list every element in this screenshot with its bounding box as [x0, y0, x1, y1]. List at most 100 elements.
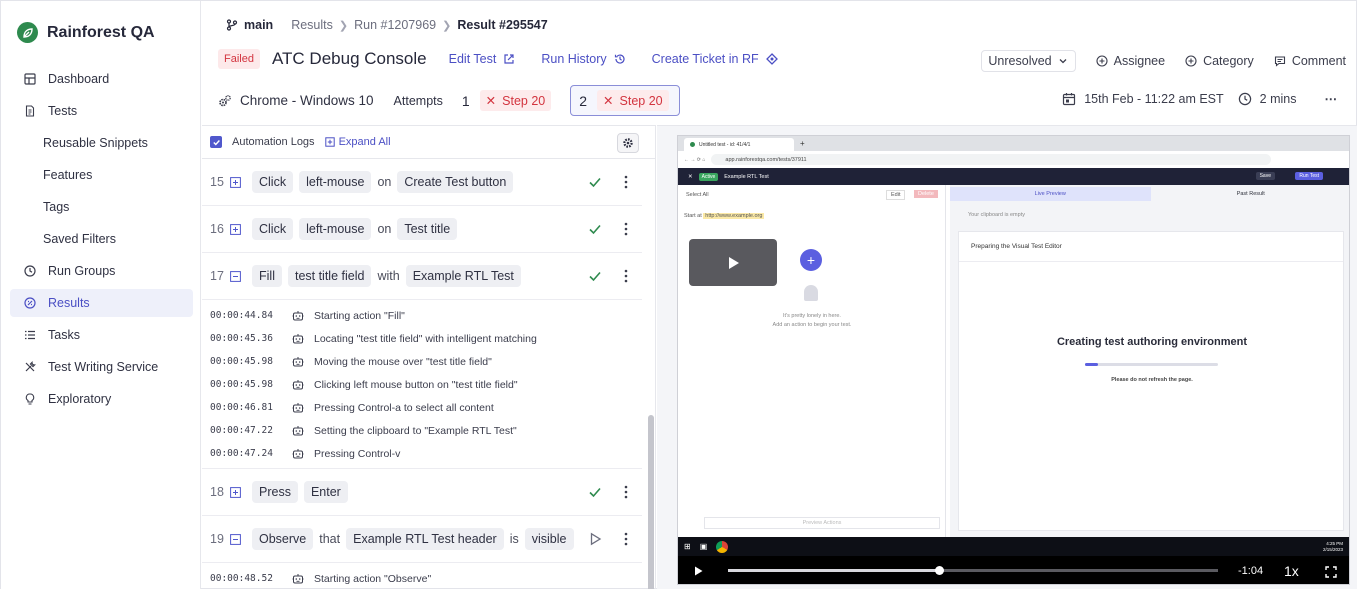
breadcrumb-results[interactable]: Results	[291, 18, 333, 32]
run-history-label: Run History	[541, 52, 607, 66]
attempts-label: Attempts	[393, 93, 443, 108]
grid-icon	[24, 73, 36, 85]
assignee-button[interactable]: Assignee	[1096, 54, 1165, 68]
step-row[interactable]: 15 Click left-mouse on Create Test button	[202, 159, 642, 206]
step-number: 17	[210, 269, 224, 283]
video-remaining-time: -1:04	[1238, 565, 1264, 577]
step-token: visible	[524, 528, 574, 550]
step-menu-icon[interactable]	[623, 174, 629, 190]
new-tab-icon: +	[800, 139, 805, 148]
recorded-progress-bar	[1085, 363, 1218, 366]
more-options-icon[interactable]: ⋯	[1325, 91, 1339, 106]
edit-test-label: Edit Test	[448, 52, 497, 66]
comment-button[interactable]: Comment	[1274, 54, 1346, 68]
expand-icon[interactable]	[228, 222, 242, 236]
title-row: Failed ATC Debug Console Edit Test Run H…	[218, 49, 804, 69]
video-player[interactable]: Untitled test - id: 41/4/1 + ← → ⟳ ⌂ app…	[677, 135, 1350, 585]
step-menu-icon[interactable]	[623, 268, 629, 284]
external-link-icon	[504, 54, 514, 64]
video-panel: Untitled test - id: 41/4/1 + ← → ⟳ ⌂ app…	[657, 125, 1357, 589]
list-icon	[24, 329, 36, 341]
collapse-icon[interactable]	[228, 532, 242, 546]
branch-name: main	[244, 18, 274, 32]
status-badge: Failed	[218, 49, 260, 69]
steps-scrollbar[interactable]	[646, 159, 654, 589]
recorded-tab: Untitled test - id: 41/4/1	[684, 138, 794, 151]
result-actions: Unresolved Assignee Category Comment	[981, 50, 1346, 72]
sidebar-item-saved-filters[interactable]: Saved Filters	[10, 225, 193, 253]
scrollbar-thumb[interactable]	[648, 415, 654, 589]
log-timestamp: 00:00:45.98	[210, 356, 273, 367]
recorded-preview-tabs: Live Preview Past Result	[950, 187, 1349, 201]
duration-info: 2 mins	[1238, 92, 1297, 106]
expand-icon[interactable]	[228, 485, 242, 499]
step-connector: on	[377, 175, 392, 189]
recorded-run-button: Run Test	[1295, 172, 1323, 180]
timeline-scrubber[interactable]	[934, 566, 944, 575]
sidebar-item-tags[interactable]: Tags	[10, 193, 193, 221]
fullscreen-icon	[1325, 566, 1337, 578]
recorded-add-icon: +	[800, 249, 822, 271]
plus-circle-icon	[1185, 55, 1197, 67]
branch-selector[interactable]: main	[226, 18, 273, 32]
sidebar-item-dashboard[interactable]: Dashboard	[10, 65, 193, 93]
category-button[interactable]: Category	[1185, 54, 1254, 68]
sidebar-item-label: Results	[48, 296, 90, 310]
robot-icon	[292, 425, 304, 437]
log-timestamp: 00:00:46.81	[210, 402, 273, 413]
sidebar-item-test-writing-service[interactable]: Test Writing Service	[10, 353, 193, 381]
calendar-icon	[1063, 92, 1076, 105]
video-play-overlay[interactable]	[689, 239, 777, 286]
sidebar-item-label: Saved Filters	[43, 232, 116, 246]
log-message: Starting action "Fill"	[314, 309, 405, 322]
attempt-2[interactable]: 2 ✕ Step 20	[570, 85, 680, 116]
step-menu-icon[interactable]	[623, 484, 629, 500]
edit-test-link[interactable]: Edit Test	[449, 52, 516, 66]
robot-icon	[292, 402, 304, 414]
step-row[interactable]: 18 Press Enter	[202, 469, 642, 516]
sidebar-item-tasks[interactable]: Tasks	[10, 321, 193, 349]
step-menu-icon[interactable]	[623, 531, 629, 547]
sidebar-item-results[interactable]: Results	[10, 289, 193, 317]
expand-all-button[interactable]: Expand All	[324, 136, 391, 148]
log-message: Pressing Control-v	[314, 447, 401, 460]
play-icon	[729, 256, 739, 269]
sidebar-nav: Dashboard Tests Reusable Snippets Features T…	[10, 65, 193, 417]
step-row[interactable]: 17 Fill test title field with Example RTL Te…	[202, 253, 642, 300]
step-menu-icon[interactable]	[623, 221, 629, 237]
video-timeline[interactable]	[728, 566, 1218, 575]
attempts-row: Chrome - Windows 10 Attempts 1 ✕ Step 20 2…	[218, 85, 688, 116]
step-row[interactable]: 19 Observe that Example RTL Test header is vi…	[202, 516, 642, 563]
resolution-value: Unresolved	[988, 54, 1052, 68]
fullscreen-button[interactable]	[1325, 565, 1337, 583]
run-history-link[interactable]: Run History	[541, 52, 625, 66]
result-meta: 15th Feb - 11:22 am EST 2 mins ⋯	[1062, 91, 1338, 106]
failed-step-badge: ✕ Step 20	[597, 90, 669, 111]
steps-panel: Automation Logs Expand All 15 Click left-m…	[202, 125, 656, 589]
sidebar-item-tests[interactable]: Tests	[10, 97, 193, 125]
create-ticket-link[interactable]: Create Ticket in RF	[652, 52, 778, 66]
collapse-icon[interactable]	[228, 269, 242, 283]
sidebar-item-run-groups[interactable]: Run Groups	[10, 257, 193, 285]
log-settings-button[interactable]	[617, 133, 639, 153]
resolution-dropdown[interactable]: Unresolved	[981, 50, 1076, 72]
step-row[interactable]: 16 Click left-mouse on Test title	[202, 206, 642, 253]
nav-arrows-icon: ← → ⟳ ⌂	[684, 156, 706, 163]
playback-rate-button[interactable]: 1x	[1284, 563, 1299, 579]
sidebar-item-exploratory[interactable]: Exploratory	[10, 385, 193, 413]
play-step-icon[interactable]	[588, 532, 602, 546]
attempt-1[interactable]: 1 ✕ Step 20	[457, 85, 562, 116]
recorded-refresh-note: Please do not refresh the page.	[1111, 377, 1193, 383]
breadcrumb-run[interactable]: Run #1207969	[354, 18, 436, 32]
video-play-button[interactable]	[678, 565, 718, 577]
sidebar-item-features[interactable]: Features	[10, 161, 193, 189]
automation-logs-checkbox[interactable]	[210, 136, 222, 148]
task-view-icon: ▣	[699, 542, 708, 551]
history-icon	[614, 54, 625, 64]
sidebar-item-reusable-snippets[interactable]: Reusable Snippets	[10, 129, 193, 157]
failed-step-label: Step 20	[619, 93, 663, 108]
expand-icon[interactable]	[228, 175, 242, 189]
brand[interactable]: Rainforest QA	[17, 22, 155, 43]
attempts-list: 1 ✕ Step 20 2 ✕ Step 20	[457, 85, 688, 116]
step-token: Example RTL Test header	[346, 528, 504, 550]
